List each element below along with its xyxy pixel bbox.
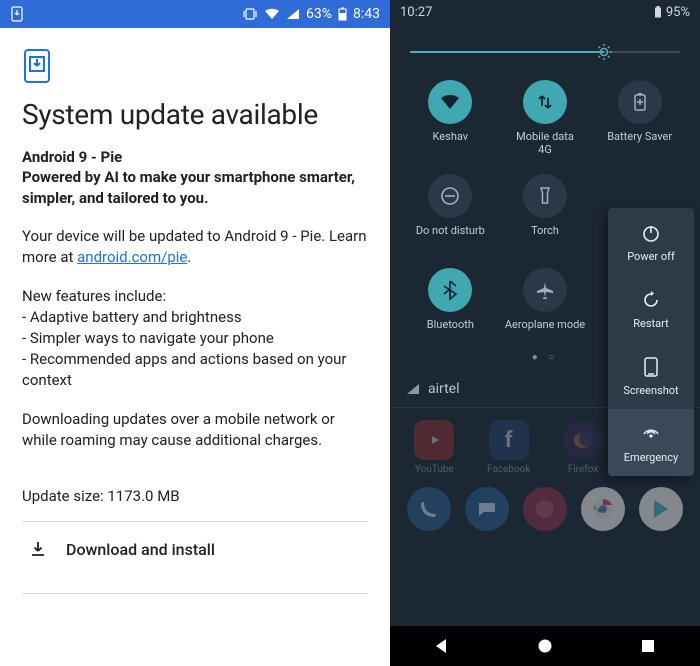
intro-post: .: [187, 248, 191, 266]
download-icon: [28, 540, 48, 558]
clock: 8:43: [353, 6, 380, 22]
battery-pct: 95%: [666, 5, 690, 20]
vibrate-icon: [242, 7, 258, 21]
firefox-icon: [563, 420, 603, 460]
page-title: System update available: [22, 98, 368, 131]
power-label: Power off: [627, 250, 675, 263]
screenshot-button[interactable]: Screenshot: [608, 342, 694, 409]
battery-icon: [338, 7, 347, 21]
roaming-note: Downloading updates over a mobile networ…: [22, 409, 368, 451]
dock: [390, 479, 700, 539]
emergency-icon: [640, 423, 662, 445]
right-phone: 10:27 95%: [390, 0, 700, 666]
battery-pct: 63%: [306, 6, 332, 22]
app-firefox[interactable]: Firefox: [563, 420, 603, 475]
battery-icon: [654, 6, 662, 18]
restart-button[interactable]: Restart: [608, 275, 694, 342]
version-line: Android 9 - Pie: [22, 147, 368, 167]
feature-1: - Simpler ways to navigate your phone: [22, 328, 368, 349]
brightness-fill: [410, 51, 604, 53]
intro-pre: Your device will be updated to Android 9…: [22, 227, 367, 266]
qs-tile-torch[interactable]: Torch: [501, 174, 590, 250]
qs-tile-bluetooth[interactable]: Bluetooth: [406, 268, 495, 344]
learn-more-link[interactable]: android.com/pie: [77, 248, 187, 266]
dock-chrome[interactable]: [581, 487, 625, 531]
download-install-button[interactable]: Download and install: [22, 522, 368, 577]
dock-messages[interactable]: [465, 487, 509, 531]
app-label: YouTube: [415, 464, 454, 475]
restart-icon: [641, 289, 661, 311]
feature-2: - Recommended apps and actions based on …: [22, 349, 368, 391]
feature-0: - Adaptive battery and brightness: [22, 307, 368, 328]
dock-gallery[interactable]: [523, 487, 567, 531]
app-label: Firefox: [568, 464, 599, 475]
intro-paragraph: Your device will be updated to Android 9…: [22, 226, 368, 268]
wifi-icon: [428, 80, 472, 124]
nav-overview[interactable]: [628, 626, 668, 666]
download-label: Download and install: [66, 540, 215, 559]
dock-phone[interactable]: [407, 487, 451, 531]
screenshot-icon: [643, 356, 659, 378]
nav-back[interactable]: [422, 626, 462, 666]
qs-label: Mobile data 4G: [516, 130, 574, 156]
power-icon: [641, 222, 661, 244]
dnd-icon: [428, 174, 472, 218]
youtube-icon: [414, 420, 454, 460]
wifi-icon: [264, 8, 280, 20]
signal-icon: [286, 8, 300, 20]
features-block: New features include: - Adaptive battery…: [22, 286, 368, 391]
nav-home[interactable]: [525, 626, 565, 666]
left-phone: 63% 8:43 System update available Android…: [0, 0, 390, 666]
swap-icon: [523, 80, 567, 124]
status-bar-right: 10:27 95%: [390, 0, 700, 24]
battery-saver-icon: [618, 80, 662, 124]
qs-tile-airplane[interactable]: Aeroplane mode: [501, 268, 590, 344]
power-off-button[interactable]: Power off: [608, 208, 694, 275]
power-label: Screenshot: [623, 384, 678, 397]
qs-label: Battery Saver: [607, 130, 672, 156]
power-label: Restart: [633, 317, 668, 330]
app-youtube[interactable]: YouTube: [414, 420, 454, 475]
status-bar-left: 63% 8:43: [0, 0, 390, 28]
system-update-status-icon: [10, 6, 24, 22]
signal-icon: [406, 383, 420, 395]
airplane-icon: [523, 268, 567, 312]
emergency-button[interactable]: Emergency: [608, 409, 694, 476]
app-facebook[interactable]: f Facebook: [487, 420, 530, 475]
brightness-slider[interactable]: [410, 40, 680, 64]
power-menu: Power off Restart Screenshot Emergency: [608, 208, 694, 476]
qs-tile-mobile-data[interactable]: Mobile data 4G: [501, 80, 590, 156]
clock: 10:27: [400, 5, 432, 20]
qs-label: Torch: [531, 224, 559, 250]
bluetooth-icon: [428, 268, 472, 312]
navigation-bar: [390, 626, 700, 666]
qs-label: Bluetooth: [427, 318, 474, 344]
torch-icon: [523, 174, 567, 218]
dock-play-store[interactable]: [639, 487, 683, 531]
qs-tile-wifi[interactable]: Keshav: [406, 80, 495, 156]
brightness-thumb-icon: [595, 43, 613, 61]
update-size: Update size: 1173.0 MB: [22, 487, 368, 505]
update-hero-icon: [22, 48, 368, 84]
update-content: System update available Android 9 - Pie …: [0, 28, 390, 604]
carrier-name: airtel: [428, 381, 460, 397]
tagline: Powered by AI to make your smartphone sm…: [22, 167, 368, 208]
divider: [22, 593, 368, 594]
qs-tile-dnd[interactable]: Do not disturb: [406, 174, 495, 250]
features-heading: New features include:: [22, 286, 368, 307]
app-label: Facebook: [487, 464, 530, 475]
facebook-icon: f: [489, 420, 529, 460]
power-label: Emergency: [624, 451, 678, 464]
qs-label: Keshav: [433, 130, 469, 156]
qs-label: Do not disturb: [416, 224, 485, 250]
qs-label: Aeroplane mode: [505, 318, 585, 344]
qs-tile-battery-saver[interactable]: Battery Saver: [595, 80, 684, 156]
